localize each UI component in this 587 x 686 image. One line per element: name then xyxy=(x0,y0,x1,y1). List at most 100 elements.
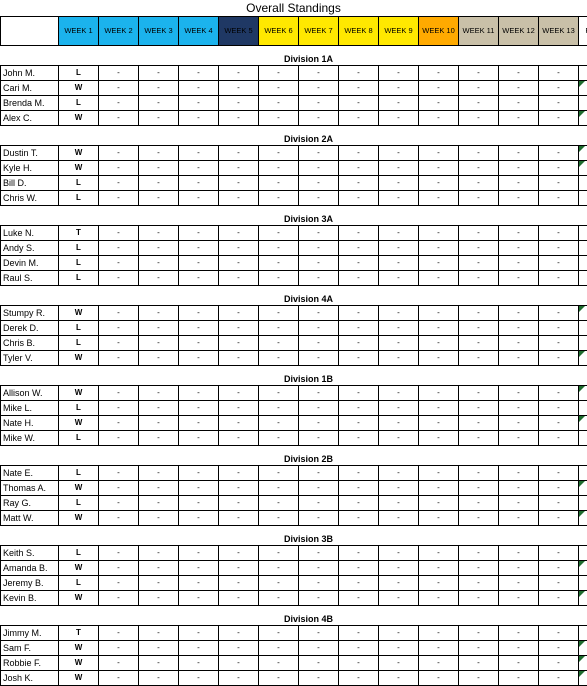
result-cell-week-10[interactable]: - xyxy=(419,591,459,606)
result-cell-week-7[interactable]: - xyxy=(299,111,339,126)
result-cell-week-7[interactable]: - xyxy=(299,626,339,641)
record-cell[interactable]: 0-1 xyxy=(579,271,587,286)
table-row[interactable]: Keith S.L------------0-1 xyxy=(1,546,587,561)
result-cell-week-2[interactable]: - xyxy=(99,416,139,431)
player-name[interactable]: Devin M. xyxy=(1,256,59,271)
result-cell-week-4[interactable]: - xyxy=(179,241,219,256)
result-cell-week-8[interactable]: - xyxy=(339,656,379,671)
result-cell-week-6[interactable]: - xyxy=(259,306,299,321)
result-cell-week-13[interactable]: - xyxy=(539,226,579,241)
result-cell-week-7[interactable]: - xyxy=(299,546,339,561)
record-cell[interactable]: 0-1 xyxy=(579,66,587,81)
player-name[interactable]: Josh K. xyxy=(1,671,59,686)
result-cell-week-2[interactable]: - xyxy=(99,671,139,686)
result-cell-week-11[interactable]: - xyxy=(459,626,499,641)
result-cell-week-6[interactable]: - xyxy=(259,176,299,191)
result-cell-week-10[interactable]: - xyxy=(419,416,459,431)
result-cell-week-10[interactable]: - xyxy=(419,256,459,271)
player-name[interactable]: Allison W. xyxy=(1,386,59,401)
column-header-week-5[interactable]: WEEK 5 xyxy=(219,17,259,46)
result-cell-week-13[interactable]: - xyxy=(539,576,579,591)
record-cell[interactable]: 0-1 xyxy=(579,96,587,111)
result-cell-week-1[interactable]: W xyxy=(59,111,99,126)
result-cell-week-10[interactable]: - xyxy=(419,546,459,561)
result-cell-week-12[interactable]: - xyxy=(499,671,539,686)
result-cell-week-11[interactable]: - xyxy=(459,496,499,511)
result-cell-week-4[interactable]: - xyxy=(179,481,219,496)
column-header-week-2[interactable]: WEEK 2 xyxy=(99,17,139,46)
result-cell-week-12[interactable]: - xyxy=(499,271,539,286)
result-cell-week-3[interactable]: - xyxy=(139,66,179,81)
result-cell-week-13[interactable]: - xyxy=(539,496,579,511)
result-cell-week-8[interactable]: - xyxy=(339,191,379,206)
table-row[interactable]: Luke N.T------------0-0-1 xyxy=(1,226,587,241)
result-cell-week-9[interactable]: - xyxy=(379,81,419,96)
result-cell-week-1[interactable]: L xyxy=(59,546,99,561)
result-cell-week-11[interactable]: - xyxy=(459,336,499,351)
result-cell-week-10[interactable]: - xyxy=(419,321,459,336)
result-cell-week-9[interactable]: - xyxy=(379,576,419,591)
result-cell-week-1[interactable]: T xyxy=(59,626,99,641)
record-cell[interactable]: 1-0 xyxy=(579,306,587,321)
result-cell-week-1[interactable]: L xyxy=(59,496,99,511)
record-cell[interactable]: 1-0 xyxy=(579,81,587,96)
record-cell[interactable]: 1-0 xyxy=(579,416,587,431)
player-name[interactable]: Kyle H. xyxy=(1,161,59,176)
result-cell-week-9[interactable]: - xyxy=(379,226,419,241)
result-cell-week-3[interactable]: - xyxy=(139,336,179,351)
result-cell-week-11[interactable]: - xyxy=(459,321,499,336)
result-cell-week-1[interactable]: W xyxy=(59,386,99,401)
result-cell-week-2[interactable]: - xyxy=(99,546,139,561)
record-cell[interactable]: 1-0 xyxy=(579,146,587,161)
result-cell-week-13[interactable]: - xyxy=(539,111,579,126)
result-cell-week-8[interactable]: - xyxy=(339,386,379,401)
result-cell-week-4[interactable]: - xyxy=(179,641,219,656)
result-cell-week-1[interactable]: L xyxy=(59,66,99,81)
result-cell-week-11[interactable]: - xyxy=(459,656,499,671)
column-header-week-11[interactable]: WEEK 11 xyxy=(459,17,499,46)
result-cell-week-7[interactable]: - xyxy=(299,591,339,606)
result-cell-week-1[interactable]: W xyxy=(59,351,99,366)
result-cell-week-5[interactable]: - xyxy=(219,496,259,511)
result-cell-week-4[interactable]: - xyxy=(179,66,219,81)
player-name[interactable]: Thomas A. xyxy=(1,481,59,496)
table-row[interactable]: Bill D.L------------0-1 xyxy=(1,176,587,191)
result-cell-week-5[interactable]: - xyxy=(219,431,259,446)
result-cell-week-2[interactable]: - xyxy=(99,496,139,511)
record-cell[interactable]: 1-0 xyxy=(579,671,587,686)
player-name[interactable]: Kevin B. xyxy=(1,591,59,606)
result-cell-week-9[interactable]: - xyxy=(379,306,419,321)
result-cell-week-5[interactable]: - xyxy=(219,511,259,526)
result-cell-week-10[interactable]: - xyxy=(419,496,459,511)
result-cell-week-8[interactable]: - xyxy=(339,81,379,96)
record-cell[interactable]: 0-0-1 xyxy=(579,226,587,241)
result-cell-week-4[interactable]: - xyxy=(179,591,219,606)
result-cell-week-7[interactable]: - xyxy=(299,66,339,81)
record-cell[interactable]: 0-1 xyxy=(579,466,587,481)
result-cell-week-2[interactable]: - xyxy=(99,481,139,496)
result-cell-week-9[interactable]: - xyxy=(379,96,419,111)
result-cell-week-7[interactable]: - xyxy=(299,671,339,686)
result-cell-week-4[interactable]: - xyxy=(179,81,219,96)
table-row[interactable]: Brenda M.L------------0-1 xyxy=(1,96,587,111)
result-cell-week-2[interactable]: - xyxy=(99,561,139,576)
result-cell-week-6[interactable]: - xyxy=(259,66,299,81)
result-cell-week-6[interactable]: - xyxy=(259,626,299,641)
result-cell-week-4[interactable]: - xyxy=(179,401,219,416)
player-name[interactable]: Alex C. xyxy=(1,111,59,126)
result-cell-week-5[interactable]: - xyxy=(219,306,259,321)
result-cell-week-6[interactable]: - xyxy=(259,111,299,126)
result-cell-week-13[interactable]: - xyxy=(539,416,579,431)
result-cell-week-3[interactable]: - xyxy=(139,161,179,176)
result-cell-week-12[interactable]: - xyxy=(499,576,539,591)
record-cell[interactable]: 1-0 xyxy=(579,481,587,496)
record-cell[interactable]: 0-1 xyxy=(579,191,587,206)
result-cell-week-12[interactable]: - xyxy=(499,401,539,416)
result-cell-week-4[interactable]: - xyxy=(179,416,219,431)
result-cell-week-8[interactable]: - xyxy=(339,591,379,606)
result-cell-week-7[interactable]: - xyxy=(299,161,339,176)
result-cell-week-3[interactable]: - xyxy=(139,321,179,336)
record-cell[interactable]: 0-1 xyxy=(579,576,587,591)
result-cell-week-6[interactable]: - xyxy=(259,576,299,591)
column-header-record[interactable]: Record xyxy=(579,17,587,46)
